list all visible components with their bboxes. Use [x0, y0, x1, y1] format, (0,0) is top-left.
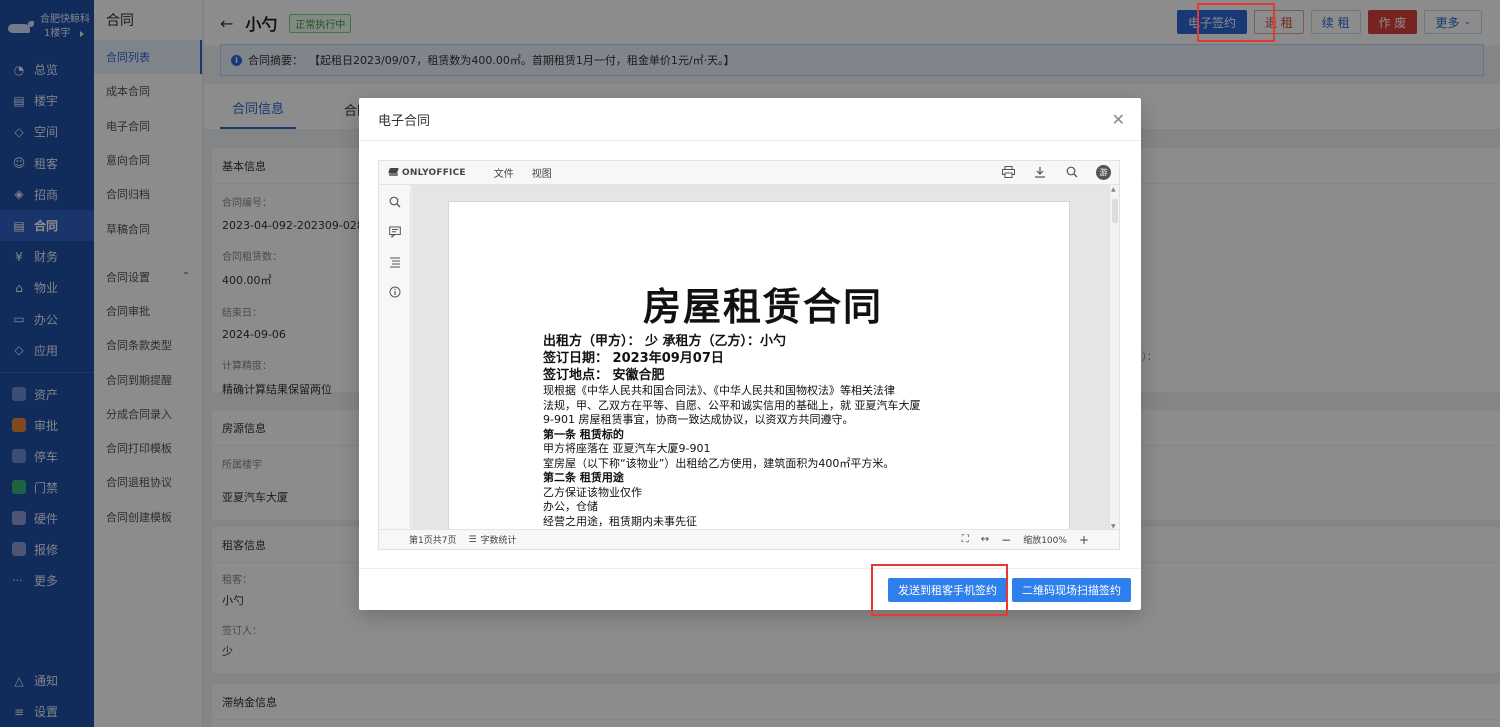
- close-icon[interactable]: ✕: [1112, 110, 1125, 129]
- scrollbar-thumb[interactable]: [1112, 199, 1118, 223]
- doc-line: 第二条 租赁用途: [543, 471, 624, 484]
- editor-menu-view[interactable]: 视图: [532, 165, 552, 180]
- zoom-out-icon[interactable]: −: [1001, 533, 1011, 547]
- doc-line: 乙方保证该物业仅作: [543, 485, 642, 499]
- page-count: 第1页共7页: [409, 536, 457, 546]
- doc-line: 室房屋（以下称“该物业”）出租给乙方使用，建筑面积为400㎡平方米。: [543, 456, 895, 470]
- zoom-in-icon[interactable]: +: [1079, 533, 1089, 547]
- doc-line: 法规，甲、乙双方在平等、自愿、公平和诚实信用的基础上，就 亚夏汽车大厦: [543, 398, 921, 412]
- qr-code-sign-button[interactable]: 二维码现场扫描签约: [1012, 578, 1131, 602]
- editor-left-panel: [379, 185, 411, 531]
- doc-line: 经营之用途，租赁期内未事先征: [543, 514, 697, 528]
- doc-line: 签订地点： 安徽合肥: [543, 368, 665, 383]
- fit-width-icon[interactable]: ↔: [981, 534, 989, 545]
- onlyoffice-brand: ONLYOFFICE: [402, 167, 466, 178]
- word-count-label: 字数统计: [480, 536, 517, 546]
- doc-line: 第一条 租赁标的: [543, 427, 624, 441]
- search-icon[interactable]: [1064, 164, 1080, 180]
- print-icon[interactable]: [1000, 164, 1016, 180]
- modal-title: 电子合同: [378, 113, 431, 129]
- about-info-icon[interactable]: [379, 277, 411, 307]
- onlyoffice-viewer: ONLYOFFICE 文件 视图 游 房屋租赁合同 出租方（甲方）： 少 承租方…: [378, 160, 1120, 550]
- document-page: 房屋租赁合同 出租方（甲方）： 少 承租方（乙方）：小勺 签订日期： 2023年0…: [448, 201, 1070, 531]
- zoom-controls: ⛶ ↔ − 缩放100% +: [962, 533, 1089, 547]
- modal-footer: 发送到租客手机签约 二维码现场扫描签约: [359, 568, 1141, 610]
- editor-toolbar: ONLYOFFICE 文件 视图 游: [379, 161, 1119, 185]
- doc-line: 办公，仓储: [543, 500, 598, 513]
- e-contract-modal: 电子合同 ✕ ONLYOFFICE 文件 视图 游 房屋租赁合同 出租方（甲方）…: [359, 98, 1141, 610]
- download-icon[interactable]: [1032, 164, 1048, 180]
- doc-line: 9-901 房屋租赁事宜，协商一致达成协议，以资双方共同遵守。: [543, 413, 854, 426]
- word-count-icon: ☰: [468, 534, 477, 545]
- document-body: 房屋租赁合同 出租方（甲方）： 少 承租方（乙方）：小勺 签订日期： 2023年0…: [543, 276, 983, 531]
- doc-line: 出租方（甲方）： 少 承租方（乙方）：小勺: [543, 334, 787, 349]
- scroll-up-icon[interactable]: ▲: [1111, 186, 1116, 193]
- vertical-scrollbar[interactable]: ▲ ▼: [1109, 185, 1119, 531]
- onlyoffice-logo: ONLYOFFICE: [389, 168, 466, 178]
- word-count-button[interactable]: ☰ 字数统计: [468, 533, 517, 547]
- doc-line: 签订日期： 2023年09月07日: [543, 351, 724, 366]
- modal-header: 电子合同 ✕: [359, 98, 1141, 141]
- doc-line: 现根据《中华人民共和国合同法》、《中华人民共和国物权法》等相关法律: [543, 384, 895, 397]
- editor-menu-file[interactable]: 文件: [494, 165, 514, 180]
- doc-line: 甲方将座落在 亚夏汽车大厦9-901: [543, 442, 711, 455]
- send-button-highlight: [871, 564, 1008, 616]
- user-avatar[interactable]: 游: [1096, 164, 1111, 180]
- esign-button-highlight: [1197, 3, 1275, 42]
- editor-statusbar: 第1页共7页 ☰ 字数统计 ⛶ ↔ − 缩放100% +: [379, 529, 1119, 549]
- comment-icon[interactable]: [379, 217, 411, 247]
- doc-heading: 房屋租赁合同: [642, 285, 883, 329]
- onlyoffice-mark-icon: [389, 168, 398, 177]
- navigation-icon[interactable]: [379, 247, 411, 277]
- fit-page-icon[interactable]: ⛶: [962, 534, 969, 545]
- document-canvas[interactable]: 房屋租赁合同 出租方（甲方）： 少 承租方（乙方）：小勺 签订日期： 2023年0…: [412, 185, 1109, 531]
- side-search-icon[interactable]: [379, 187, 411, 217]
- zoom-level: 缩放100%: [1023, 536, 1067, 546]
- editor-tools: 游: [1000, 164, 1111, 180]
